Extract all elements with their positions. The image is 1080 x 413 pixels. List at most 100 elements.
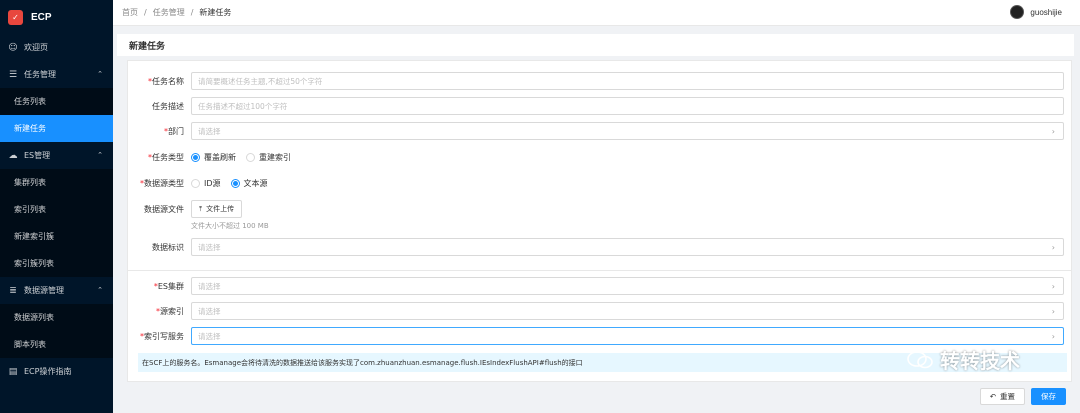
sidebar-item-index-list[interactable]: 索引列表 <box>0 196 113 223</box>
sidebar-item-new-task[interactable]: 新建任务 <box>0 115 113 142</box>
chevron-right-icon: › <box>1051 242 1055 252</box>
breadcrumb-task-management[interactable]: 任务管理 <box>153 7 185 18</box>
task-name-input[interactable]: 请简要概述任务主题,不超过50个字符 <box>191 72 1064 90</box>
department-placeholder: 请选择 <box>198 126 221 136</box>
sidebar-item-task-list[interactable]: 任务列表 <box>0 88 113 115</box>
username: guoshijie <box>1030 7 1062 17</box>
task-type-option-rebuild[interactable]: 重建索引 <box>246 152 291 163</box>
source-index-select[interactable]: 请选择 › <box>191 302 1064 320</box>
sidebar-item-label: 新建任务 <box>14 124 46 133</box>
es-cluster-placeholder: 请选择 <box>198 281 221 291</box>
wechat-icon <box>907 350 933 368</box>
chevron-up-icon: ⌃ <box>97 286 103 294</box>
section-divider <box>128 270 1071 271</box>
sidebar-group-datasource-management[interactable]: ≣ 数据源管理 ⌃ <box>0 277 113 304</box>
data-id-placeholder: 请选择 <box>198 242 221 252</box>
sidebar-group-task-management[interactable]: ☰ 任务管理 ⌃ <box>0 61 113 88</box>
chevron-right-icon: › <box>1051 126 1055 136</box>
sidebar-item-label: 数据源管理 <box>24 286 64 295</box>
sidebar: ✓ ECP ☺ 欢迎页 ☰ 任务管理 ⌃ 任务列表 新建任务 ☁ ES管理 ⌃ … <box>0 0 113 413</box>
radio-unchecked-icon <box>246 152 255 162</box>
database-icon: ≣ <box>9 285 17 296</box>
task-desc-label: 任务描述 <box>152 101 184 111</box>
sidebar-item-label: 数据源列表 <box>14 313 54 322</box>
department-select[interactable]: 请选择 › <box>191 122 1064 140</box>
task-name-label: *任务名称 <box>148 76 184 86</box>
source-type-label: *数据源类型 <box>140 178 184 188</box>
radio-unchecked-icon <box>191 178 200 188</box>
data-id-select[interactable]: 请选择 › <box>191 238 1064 256</box>
list-icon: ☰ <box>8 69 18 80</box>
sidebar-item-label: 脚本列表 <box>14 340 46 349</box>
department-label: *部门 <box>164 126 184 136</box>
form-row-write-service: *索引写服务 请选择 › <box>128 327 1071 345</box>
sidebar-menu: ☺ 欢迎页 ☰ 任务管理 ⌃ 任务列表 新建任务 ☁ ES管理 ⌃ 集群列表 索… <box>0 34 113 385</box>
write-service-select[interactable]: 请选择 › <box>191 327 1064 345</box>
sidebar-item-new-index-cluster[interactable]: 新建索引簇 <box>0 223 113 250</box>
form-row-source-file: 数据源文件 ⤒ 文件上传 <box>128 200 1071 218</box>
breadcrumb-current: 新建任务 <box>199 8 232 17</box>
write-service-label: *索引写服务 <box>140 331 184 341</box>
sidebar-item-index-cluster-list[interactable]: 索引簇列表 <box>0 250 113 277</box>
upload-icon: ⤒ <box>199 204 203 213</box>
task-desc-input[interactable]: 任务描述不超过100个字符 <box>191 97 1064 115</box>
source-type-option-text[interactable]: 文本源 <box>230 178 268 189</box>
sidebar-item-welcome[interactable]: ☺ 欢迎页 <box>0 34 113 61</box>
sidebar-item-label: 索引列表 <box>14 205 46 214</box>
reset-button[interactable]: ↶ 重置 <box>979 388 1025 405</box>
app-logo[interactable]: ✓ ECP <box>0 0 113 34</box>
app-logo-text: ECP <box>31 11 52 23</box>
book-icon: ▤ <box>8 366 18 377</box>
breadcrumb-separator: / <box>144 8 147 17</box>
radio-checked-icon <box>230 178 240 188</box>
sidebar-item-label: 集群列表 <box>14 178 46 187</box>
sidebar-group-es-management[interactable]: ☁ ES管理 ⌃ <box>0 142 113 169</box>
sidebar-item-label: 新建索引簇 <box>14 232 54 241</box>
form-row-department: *部门 请选择 › <box>128 122 1071 140</box>
es-cluster-select[interactable]: 请选择 › <box>191 277 1064 295</box>
brand-logo-icon: ✓ <box>8 9 23 25</box>
user-menu[interactable]: guoshijie <box>1010 5 1062 19</box>
radio-checked-icon <box>191 152 200 162</box>
form-row-task-name: *任务名称 请简要概述任务主题,不超过50个字符 <box>128 72 1071 90</box>
top-header: 首页 / 任务管理 / 新建任务 guoshijie <box>113 0 1080 26</box>
undo-icon: ↶ <box>989 392 996 401</box>
form-actions: ↶ 重置 保存 <box>979 388 1066 405</box>
form-row-task-desc: 任务描述 任务描述不超过100个字符 <box>128 97 1071 115</box>
upload-size-hint: 文件大小不超过 100 MB <box>191 222 269 230</box>
chevron-right-icon: › <box>1051 306 1055 316</box>
source-index-placeholder: 请选择 <box>198 306 221 316</box>
es-cluster-label: *ES集群 <box>153 281 184 291</box>
write-service-placeholder: 请选择 <box>198 331 221 341</box>
form-row-es-cluster: *ES集群 请选择 › <box>128 277 1071 295</box>
chevron-right-icon: › <box>1051 331 1055 341</box>
data-id-label: 数据标识 <box>152 242 184 252</box>
chevron-right-icon: › <box>1051 281 1055 291</box>
sidebar-item-guide[interactable]: ▤ ECP操作指南 <box>0 358 113 385</box>
sidebar-item-cluster-list[interactable]: 集群列表 <box>0 169 113 196</box>
sidebar-item-datasource-list[interactable]: 数据源列表 <box>0 304 113 331</box>
file-upload-button[interactable]: ⤒ 文件上传 <box>191 200 243 218</box>
chevron-up-icon: ⌃ <box>97 151 103 159</box>
watermark: 转转技术 <box>906 345 1020 374</box>
save-button[interactable]: 保存 <box>1031 388 1066 405</box>
source-type-option-id[interactable]: ID源 <box>191 178 221 189</box>
task-type-option-overwrite[interactable]: 覆盖刷新 <box>191 152 236 163</box>
breadcrumb-separator: / <box>190 8 194 17</box>
source-file-label: 数据源文件 <box>144 204 184 214</box>
sidebar-item-label: 任务管理 <box>24 70 56 79</box>
sidebar-item-label: 欢迎页 <box>24 43 48 52</box>
form-row-source-index: *源索引 请选择 › <box>128 302 1071 320</box>
form-row-source-type: *数据源类型 ID源 文本源 <box>128 174 1071 192</box>
sidebar-item-label: 任务列表 <box>14 97 46 106</box>
task-type-radio-group: 覆盖刷新 重建索引 <box>191 152 291 163</box>
task-type-label: *任务类型 <box>148 152 184 162</box>
breadcrumb-home[interactable]: 首页 <box>122 7 138 18</box>
breadcrumb: 首页 / 任务管理 / 新建任务 <box>122 7 231 18</box>
source-index-label: *源索引 <box>156 306 184 316</box>
source-type-radio-group: ID源 文本源 <box>191 178 268 189</box>
avatar <box>1010 5 1025 19</box>
watermark-text: 转转技术 <box>940 349 1020 373</box>
sidebar-item-script-list[interactable]: 脚本列表 <box>0 331 113 358</box>
page-title: 新建任务 <box>117 34 1074 56</box>
